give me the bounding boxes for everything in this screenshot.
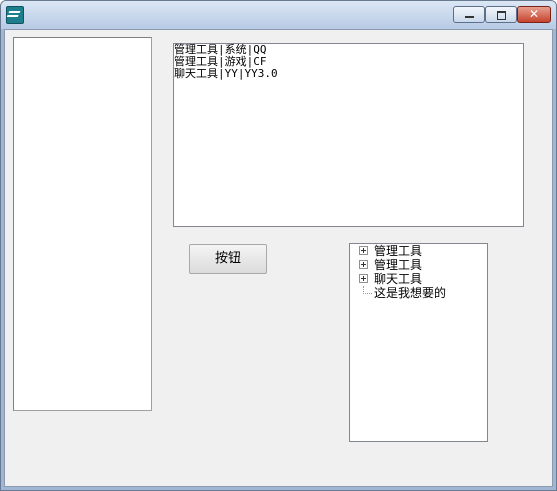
tree-node-label: 管理工具 (374, 244, 423, 258)
plus-expand-icon[interactable] (359, 246, 368, 255)
left-list-box[interactable] (13, 37, 152, 411)
tree-node-label: 这是我想要的 (374, 286, 447, 300)
tree-view[interactable]: 管理工具 管理工具 聊天工具 这是我想要的 (349, 243, 488, 442)
minimize-icon (465, 16, 474, 18)
tree-node-label: 管理工具 (374, 258, 423, 272)
close-button[interactable]: ✕ (517, 6, 551, 23)
minimize-button[interactable] (453, 6, 485, 23)
title-bar[interactable]: ✕ (1, 1, 556, 29)
tree-node[interactable]: 管理工具 (350, 244, 487, 258)
plus-expand-icon[interactable] (359, 260, 368, 269)
text-box[interactable]: 管理工具|系统|QQ 管理工具|游戏|CF 聊天工具|YY|YY3.0 (173, 43, 524, 227)
text-line: 聊天工具|YY|YY3.0 (174, 67, 278, 80)
plus-expand-icon[interactable] (359, 274, 368, 283)
maximize-button[interactable] (485, 6, 517, 23)
app-icon[interactable] (6, 6, 24, 24)
tree-connector-line (363, 286, 372, 294)
close-icon: ✕ (528, 7, 540, 21)
tree-node[interactable]: 聊天工具 (350, 272, 487, 286)
action-button[interactable]: 按钮 (189, 244, 267, 274)
maximize-icon (497, 11, 506, 20)
tree-node-label: 聊天工具 (374, 272, 423, 286)
tree-node[interactable]: 这是我想要的 (350, 286, 487, 300)
app-window: ✕ 管理工具|系统|QQ 管理工具|游戏|CF 聊天工具|YY|YY3.0 按钮… (0, 0, 557, 491)
tree-node[interactable]: 管理工具 (350, 258, 487, 272)
client-area: 管理工具|系统|QQ 管理工具|游戏|CF 聊天工具|YY|YY3.0 按钮 管… (4, 29, 553, 487)
